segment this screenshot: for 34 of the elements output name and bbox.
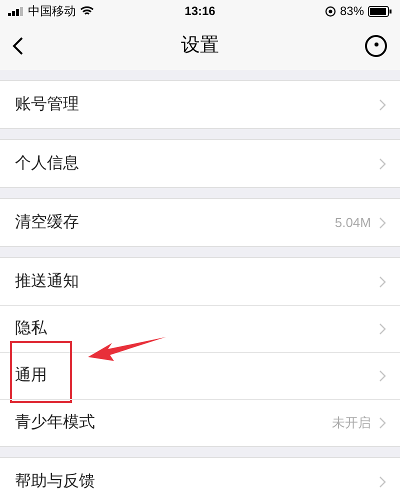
settings-row[interactable]: 推送通知	[0, 258, 400, 305]
wifi-icon	[80, 6, 94, 16]
battery-icon	[368, 6, 392, 16]
row-label: 青少年模式	[15, 412, 96, 433]
chevron-icon	[379, 370, 386, 382]
chevron-icon	[379, 98, 386, 110]
row-label: 清空缓存	[15, 212, 80, 232]
chevron-icon	[379, 276, 386, 288]
back-icon	[12, 36, 24, 56]
battery-percent: 83%	[340, 3, 364, 20]
chevron-icon	[379, 158, 386, 170]
row-value: 未开启	[332, 414, 371, 432]
target-icon	[364, 34, 388, 58]
chevron-icon	[379, 216, 386, 228]
settings-row[interactable]: 清空缓存 5.04M	[0, 199, 400, 246]
row-label: 帮助与反馈	[15, 472, 96, 492]
chevron-icon	[379, 417, 386, 429]
rotation-lock-icon	[324, 6, 336, 16]
row-label: 通用	[15, 366, 48, 386]
page-title: 设置	[180, 34, 220, 58]
carrier-name: 中国移动	[28, 3, 76, 20]
settings-row[interactable]: 青少年模式 未开启	[0, 399, 400, 446]
settings-row[interactable]: 个人信息	[0, 140, 400, 187]
row-label: 账号管理	[15, 94, 80, 114]
settings-row[interactable]: 账号管理	[0, 81, 400, 128]
row-value: 5.04M	[334, 214, 371, 232]
clock: 13:16	[184, 3, 216, 20]
row-label: 隐私	[15, 319, 48, 339]
settings-row[interactable]: 帮助与反馈	[0, 458, 400, 501]
chevron-icon	[379, 323, 386, 335]
chevron-icon	[379, 476, 386, 488]
signal-icon	[8, 6, 24, 16]
row-label: 推送通知	[15, 272, 80, 292]
row-label: 个人信息	[15, 154, 80, 174]
